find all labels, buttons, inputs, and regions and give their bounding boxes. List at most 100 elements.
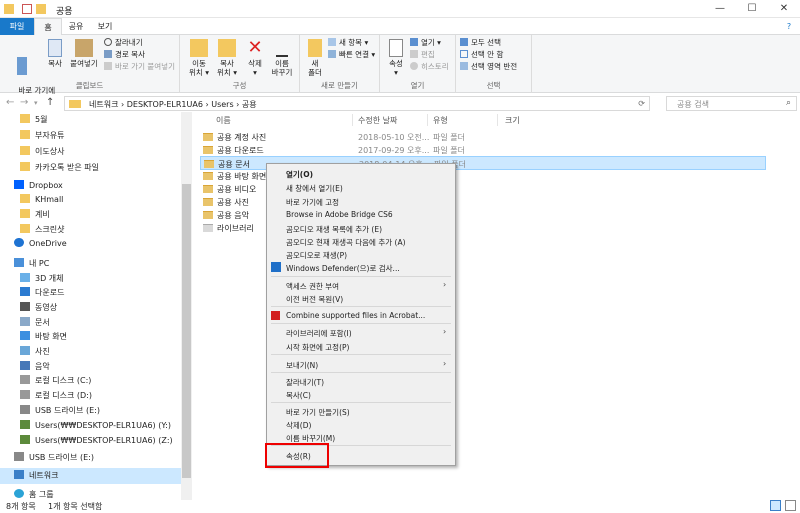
new-folder-button[interactable]: 새 폴더: [304, 39, 326, 77]
select-all-button[interactable]: 모두 선택: [460, 38, 501, 48]
menu-item-copy[interactable]: 복사(C): [286, 390, 311, 401]
nav-item[interactable]: 사진: [20, 344, 50, 360]
back-button[interactable]: ←: [6, 97, 14, 108]
delete-button[interactable]: ✕ 삭제 ▾: [242, 39, 268, 78]
menu-item-gomaudio-playlist[interactable]: 곰오디오 재생 목록에 추가 (E): [286, 224, 382, 235]
maximize-button[interactable]: ☐: [736, 0, 768, 18]
copy-path-icon: [104, 50, 112, 58]
nav-item[interactable]: 다운로드: [20, 285, 64, 301]
tab-home[interactable]: 홈: [34, 18, 62, 35]
easy-access-button[interactable]: 빠른 연결 ▾: [328, 50, 375, 60]
column-header-type[interactable]: 유형: [433, 115, 448, 126]
easy-access-icon: [328, 50, 336, 58]
nav-item[interactable]: 부자유튜: [20, 128, 64, 144]
menu-item-pin-quick-access[interactable]: 바로 가기에 고정: [286, 197, 339, 208]
tab-share[interactable]: 공유: [62, 18, 90, 35]
menu-item-open-new-window[interactable]: 새 창에서 열기(E): [286, 183, 343, 194]
menu-item-adobe-bridge[interactable]: Browse in Adobe Bridge CS6: [286, 210, 393, 219]
tab-file[interactable]: 파일: [0, 18, 34, 35]
properties-icon[interactable]: [22, 4, 32, 14]
new-folder-icon[interactable]: [36, 4, 46, 14]
paste-shortcut-button[interactable]: 바로 가기 붙여넣기: [104, 62, 175, 72]
refresh-icon[interactable]: ⟳: [638, 99, 645, 108]
column-header-name[interactable]: 이름: [216, 115, 231, 126]
menu-item-gomaudio-play[interactable]: 곰오디오로 재생(P): [286, 250, 347, 261]
nav-item[interactable]: 계비: [20, 207, 50, 223]
nav-item[interactable]: Users(₩₩DESKTOP-ELR1UA6) (Z:): [20, 433, 173, 449]
nav-item-this-pc[interactable]: 내 PC: [14, 256, 49, 272]
selection-count: 1개 항목 선택함: [48, 502, 103, 511]
close-button[interactable]: ✕: [768, 0, 800, 18]
select-none-icon: [460, 50, 468, 58]
properties-button[interactable]: 속성 ▾: [384, 39, 408, 77]
nav-item-onedrive[interactable]: OneDrive: [14, 236, 67, 252]
paste-button[interactable]: 붙여넣기: [66, 39, 102, 68]
new-item-button[interactable]: 새 항목 ▾: [328, 38, 368, 48]
menu-item-give-access[interactable]: 액세스 권한 부여: [286, 281, 339, 292]
up-button[interactable]: ↑: [46, 97, 54, 108]
column-separator[interactable]: [497, 114, 498, 126]
breadcrumb[interactable]: 네트워크 › DESKTOP-ELR1UA6 › Users › 공용: [89, 99, 257, 110]
open-button[interactable]: 열기 ▾: [410, 38, 441, 48]
nav-item[interactable]: Users(₩₩DESKTOP-ELR1UA6) (Y:): [20, 418, 171, 434]
windows-defender-icon: [271, 262, 281, 272]
column-header-date[interactable]: 수정한 날짜: [358, 115, 397, 126]
file-row[interactable]: 공용 계정 사진 2018-05-10 오전... 파일 폴더: [200, 130, 766, 144]
folder-icon: [20, 224, 30, 233]
file-row[interactable]: 공용 다운로드 2017-09-29 오후... 파일 폴더: [200, 143, 766, 157]
history-button[interactable]: 히스토리: [410, 62, 449, 72]
column-separator[interactable]: [352, 114, 353, 126]
copy-to-button[interactable]: 복사 위치 ▾: [214, 39, 240, 77]
nav-item-network[interactable]: 네트워크: [0, 468, 181, 484]
rename-button[interactable]: 이름 바꾸기: [268, 39, 296, 77]
menu-item-cut[interactable]: 잘라내기(T): [286, 377, 324, 388]
address-bar-row: ← → ▾ ↑ 네트워크 › DESKTOP-ELR1UA6 › Users ›…: [0, 94, 800, 112]
nav-item[interactable]: 로컬 디스크 (D:): [20, 388, 92, 404]
column-separator[interactable]: [427, 114, 428, 126]
menu-item-send-to[interactable]: 보내기(N): [286, 360, 318, 371]
nav-item[interactable]: 바탕 화면: [20, 329, 67, 345]
music-icon: [20, 361, 30, 370]
menu-item-defender-scan[interactable]: Windows Defender(으)로 검사...: [286, 263, 400, 274]
details-view-icon[interactable]: [770, 500, 781, 511]
column-header-size[interactable]: 크기: [505, 115, 520, 126]
search-icon: ⌕: [785, 98, 791, 108]
menu-item-open[interactable]: 열기(O): [286, 169, 313, 180]
menu-item-gomaudio-next[interactable]: 곰오디오 현재 재생곡 다음에 추가 (A): [286, 237, 406, 248]
nav-item[interactable]: USB 드라이브 (E:): [14, 450, 94, 466]
cut-button[interactable]: 잘라내기: [104, 38, 143, 48]
nav-item[interactable]: 로컬 디스크 (C:): [20, 373, 91, 389]
edit-button[interactable]: 편집: [410, 50, 435, 60]
nav-item[interactable]: 5월: [20, 112, 47, 128]
menu-item-create-shortcut[interactable]: 바로 가기 만들기(S): [286, 407, 350, 418]
menu-item-restore-versions[interactable]: 이전 버전 복원(V): [286, 294, 343, 305]
large-icons-view-icon[interactable]: [785, 500, 796, 511]
nav-item[interactable]: KHmall: [20, 192, 63, 208]
search-box[interactable]: 공용 검색 ⌕: [666, 96, 797, 111]
menu-item-combine-acrobat[interactable]: Combine supported files in Acrobat...: [286, 311, 425, 320]
open-icon: [410, 38, 418, 46]
nav-item[interactable]: 동영상: [20, 300, 57, 316]
menu-item-include-library[interactable]: 라이브러리에 포함(I): [286, 328, 352, 339]
nav-scrollbar-thumb[interactable]: [182, 184, 191, 478]
select-none-button[interactable]: 선택 안 함: [460, 50, 503, 60]
nav-item[interactable]: USB 드라이브 (E:): [20, 403, 100, 419]
network-icon: [14, 470, 24, 479]
recent-dropdown[interactable]: ▾: [34, 99, 38, 107]
paste-icon: [75, 39, 93, 57]
tab-view[interactable]: 보기: [90, 18, 120, 35]
menu-item-delete[interactable]: 삭제(D): [286, 420, 311, 431]
menu-item-pin-start[interactable]: 시작 화면에 고정(P): [286, 342, 349, 353]
nav-item[interactable]: 카카오톡 받은 파일: [20, 160, 99, 176]
copy-path-button[interactable]: 경로 복사: [104, 50, 145, 60]
copy-button[interactable]: 복사: [44, 39, 66, 68]
invert-selection-button[interactable]: 선택 영역 반전: [460, 62, 517, 72]
network-drive-icon: [20, 420, 30, 429]
address-bar[interactable]: 네트워크 › DESKTOP-ELR1UA6 › Users › 공용 ⟳: [64, 96, 650, 111]
forward-button[interactable]: →: [20, 97, 28, 108]
move-to-button[interactable]: 이동 위치 ▾: [186, 39, 212, 77]
search-input[interactable]: 공용 검색: [677, 99, 709, 110]
nav-item[interactable]: 이도상사: [20, 144, 64, 160]
minimize-button[interactable]: —: [704, 0, 736, 18]
help-icon[interactable]: ?: [782, 18, 796, 35]
